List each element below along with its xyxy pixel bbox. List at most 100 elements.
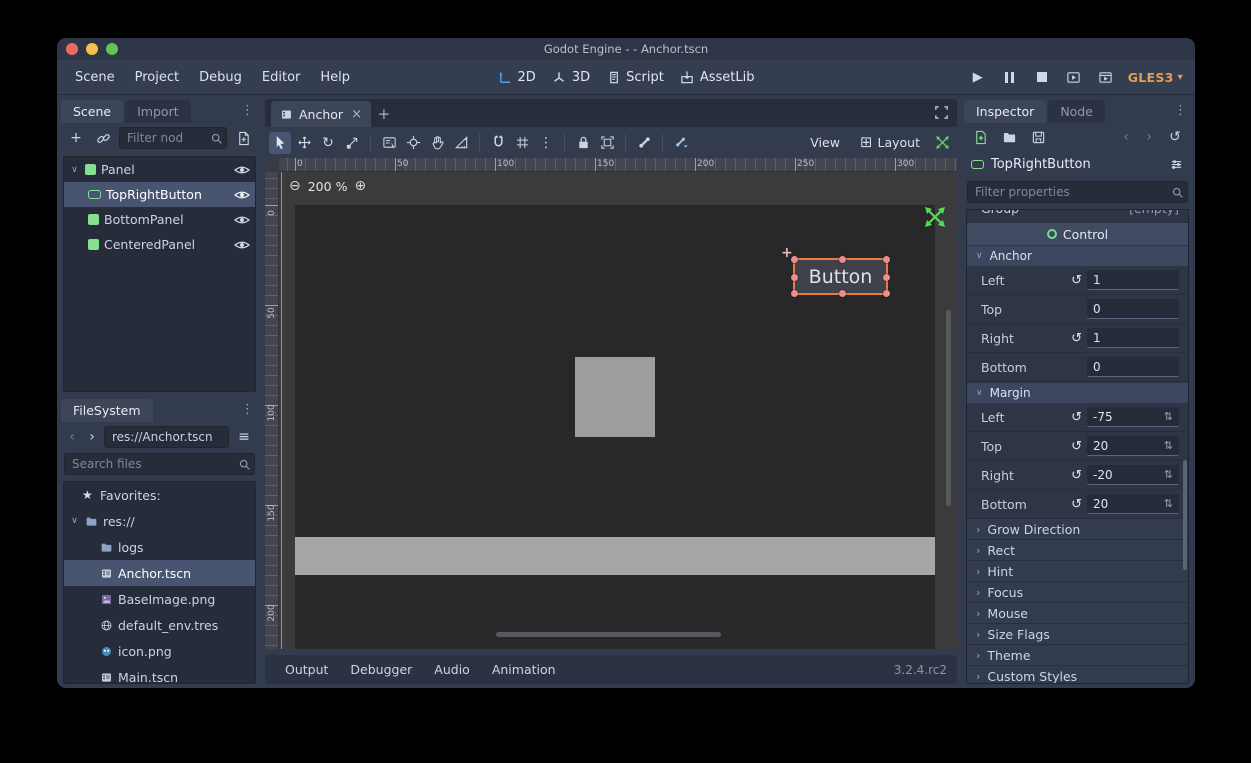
play-button[interactable]: ▶: [968, 67, 988, 87]
minimize-window-button[interactable]: [86, 43, 98, 55]
rotate-tool-button[interactable]: ↻: [317, 132, 339, 154]
panel-debugger-button[interactable]: Debugger: [340, 658, 422, 681]
section-custom-styles[interactable]: ›Custom Styles: [967, 666, 1188, 684]
margin-left-field[interactable]: -75⇅: [1087, 407, 1179, 427]
inspector-forward-icon[interactable]: ›: [1141, 129, 1157, 145]
margin-top-field[interactable]: 20⇅: [1087, 436, 1179, 456]
margin-bottom-field[interactable]: 20⇅: [1087, 494, 1179, 514]
revert-icon[interactable]: ↺: [1071, 410, 1082, 425]
panel-animation-button[interactable]: Animation: [482, 658, 566, 681]
section-anchor[interactable]: ∨ Anchor: [967, 246, 1188, 266]
workspace-2d-button[interactable]: 2D: [498, 70, 536, 85]
search-files-input[interactable]: [64, 453, 255, 475]
panel-output-button[interactable]: Output: [275, 658, 338, 681]
attach-script-button[interactable]: [232, 127, 254, 149]
selection-handle[interactable]: [883, 256, 890, 263]
revert-icon[interactable]: ↺: [1071, 331, 1082, 346]
list-select-tool-button[interactable]: [378, 132, 400, 154]
selection-handle[interactable]: [883, 274, 890, 281]
fs-row-icon-png[interactable]: icon.png: [64, 638, 255, 664]
view-menu-button[interactable]: View: [801, 132, 849, 153]
viewport-canvas[interactable]: 0 50 100 150 200 250 300 0 50 100 150 20…: [265, 158, 957, 649]
dock-menu-icon[interactable]: ⋮: [241, 103, 254, 118]
distraction-free-button[interactable]: [934, 105, 949, 120]
dock-menu-icon[interactable]: ⋮: [1174, 103, 1187, 118]
inspector-scrollbar[interactable]: [1183, 460, 1187, 570]
chevron-down-icon[interactable]: ∨: [69, 165, 80, 175]
fs-row-baseimage-png[interactable]: BaseImage.png: [64, 586, 255, 612]
stop-button[interactable]: [1032, 67, 1052, 87]
dock-menu-icon[interactable]: ⋮: [241, 402, 254, 417]
selection-handle[interactable]: [839, 256, 846, 263]
workspace-script-button[interactable]: Script: [606, 70, 664, 85]
spinner-icon[interactable]: ⇅: [1164, 439, 1173, 452]
menu-debug[interactable]: Debug: [189, 65, 252, 90]
panel-audio-button[interactable]: Audio: [424, 658, 480, 681]
add-node-button[interactable]: +: [65, 127, 87, 149]
zoom-window-button[interactable]: [106, 43, 118, 55]
centered-panel-node[interactable]: [575, 357, 655, 437]
smart-snap-button[interactable]: [487, 132, 509, 154]
skeleton-options-button[interactable]: [670, 132, 692, 154]
new-resource-button[interactable]: [969, 126, 991, 148]
spinner-icon[interactable]: ⇅: [1164, 497, 1173, 510]
snap-options-menu-icon[interactable]: ⋮: [535, 132, 557, 154]
pause-button[interactable]: [1000, 67, 1020, 87]
anchor-top-field[interactable]: 0: [1087, 299, 1179, 319]
section-focus[interactable]: ›Focus: [967, 582, 1188, 603]
tree-row-toprightbutton[interactable]: TopRightButton: [64, 182, 255, 207]
section-size-flags[interactable]: ›Size Flags: [967, 624, 1188, 645]
history-back-icon[interactable]: ‹: [64, 429, 80, 445]
anchor-presets-button[interactable]: [931, 132, 953, 154]
section-hint[interactable]: ›Hint: [967, 561, 1188, 582]
vertical-scrollbar[interactable]: [946, 310, 951, 506]
fs-row-root[interactable]: ∨ res://: [64, 508, 255, 534]
selection-handle[interactable]: [791, 290, 798, 297]
workspace-3d-button[interactable]: 3D: [552, 70, 590, 85]
section-rect[interactable]: ›Rect: [967, 540, 1188, 561]
selection-handle[interactable]: [839, 290, 846, 297]
menu-help[interactable]: Help: [310, 65, 360, 90]
visibility-eye-icon[interactable]: [234, 215, 250, 225]
play-scene-button[interactable]: [1064, 67, 1084, 87]
fs-row-anchor-tscn[interactable]: Anchor.tscn: [64, 560, 255, 586]
filter-properties-input[interactable]: [967, 181, 1188, 203]
load-resource-button[interactable]: [998, 126, 1020, 148]
property-value[interactable]: [empty]: [1129, 210, 1179, 216]
fs-row-default-env[interactable]: default_env.tres: [64, 612, 255, 638]
close-window-button[interactable]: [66, 43, 78, 55]
visibility-eye-icon[interactable]: [234, 165, 250, 175]
selection-handle[interactable]: [791, 274, 798, 281]
tab-scene[interactable]: Scene: [61, 100, 123, 123]
zoom-in-button[interactable]: ⊕: [354, 178, 366, 194]
history-forward-icon[interactable]: ›: [84, 429, 100, 445]
spinner-icon[interactable]: ⇅: [1164, 410, 1173, 423]
object-history-icon[interactable]: ↺: [1164, 126, 1186, 148]
layout-menu-button[interactable]: ⊞ Layout: [851, 132, 929, 153]
zoom-out-button[interactable]: ⊖: [289, 178, 301, 194]
section-theme[interactable]: ›Theme: [967, 645, 1188, 666]
section-grow-direction[interactable]: ›Grow Direction: [967, 519, 1188, 540]
selection-handle[interactable]: [883, 290, 890, 297]
horizontal-scrollbar[interactable]: [496, 632, 721, 637]
scene-tab-anchor[interactable]: Anchor ×: [271, 101, 371, 127]
grid-snap-button[interactable]: [511, 132, 533, 154]
anchor-gizmo[interactable]: [922, 204, 948, 230]
tree-row-centeredpanel[interactable]: CenteredPanel: [64, 232, 255, 257]
fs-row-main-tscn[interactable]: Main.tscn: [64, 664, 255, 684]
lock-object-button[interactable]: [572, 132, 594, 154]
tab-filesystem[interactable]: FileSystem: [61, 399, 153, 422]
selection-handle[interactable]: [791, 256, 798, 263]
move-tool-button[interactable]: [293, 132, 315, 154]
current-path-field[interactable]: [104, 426, 229, 448]
section-mouse[interactable]: ›Mouse: [967, 603, 1188, 624]
instance-scene-button[interactable]: [92, 127, 114, 149]
anchor-right-field[interactable]: 1: [1087, 328, 1179, 348]
tree-row-bottompanel[interactable]: BottomPanel: [64, 207, 255, 232]
renderer-dropdown[interactable]: GLES3 ▾: [1128, 70, 1183, 85]
hamburger-menu-icon[interactable]: ≡: [233, 426, 255, 448]
select-tool-button[interactable]: [269, 132, 291, 154]
margin-right-field[interactable]: -20⇅: [1087, 465, 1179, 485]
group-object-button[interactable]: [596, 132, 618, 154]
section-margin[interactable]: ∨ Margin: [967, 383, 1188, 403]
